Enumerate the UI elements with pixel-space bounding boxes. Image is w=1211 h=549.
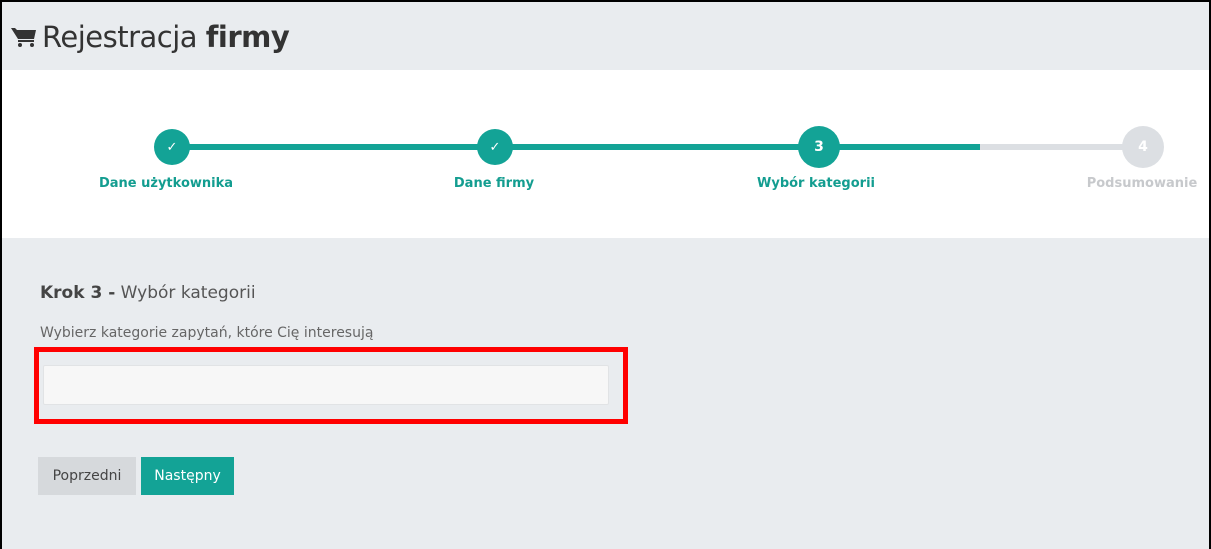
instruction-text: Wybierz kategorie zapytań, które Cię int… — [40, 325, 374, 341]
progress-track-done — [172, 144, 980, 150]
wizard-steps: ✓ ✓ 3 4 Dane użytkownika Dane firmy Wybó… — [2, 70, 1209, 238]
page-header: Rejestracja firmy — [2, 2, 1209, 70]
step-2-check-icon: ✓ — [477, 129, 513, 165]
step-heading-text: Wybór kategorii — [115, 283, 256, 303]
step-3-label: Wybór kategorii — [757, 176, 875, 191]
step-2-label: Dane firmy — [453, 176, 535, 191]
page-title-prefix: Rejestracja — [42, 20, 198, 54]
page-title: Rejestracja firmy — [42, 20, 290, 54]
app-frame: Rejestracja firmy ✓ ✓ 3 4 Dane użytkowni… — [0, 0, 1211, 549]
step-4-label: Podsumowanie — [1086, 176, 1198, 191]
step-1-label: Dane użytkownika — [98, 176, 234, 191]
previous-button[interactable]: Poprzedni — [38, 457, 136, 495]
step-content: Krok 3 - Wybór kategorii Wybierz kategor… — [2, 238, 1209, 549]
page-title-bold: firmy — [205, 20, 290, 54]
step-1-check-icon: ✓ — [154, 129, 190, 165]
category-select-input[interactable] — [43, 365, 609, 405]
step-heading: Krok 3 - Wybór kategorii — [40, 283, 256, 303]
step-4-number: 4 — [1122, 126, 1164, 168]
cart-icon — [10, 26, 38, 48]
next-button[interactable]: Następny — [141, 457, 234, 495]
progress-track-pending — [980, 144, 1142, 150]
step-heading-bold: Krok 3 - — [40, 283, 116, 303]
step-3-number: 3 — [798, 126, 840, 168]
